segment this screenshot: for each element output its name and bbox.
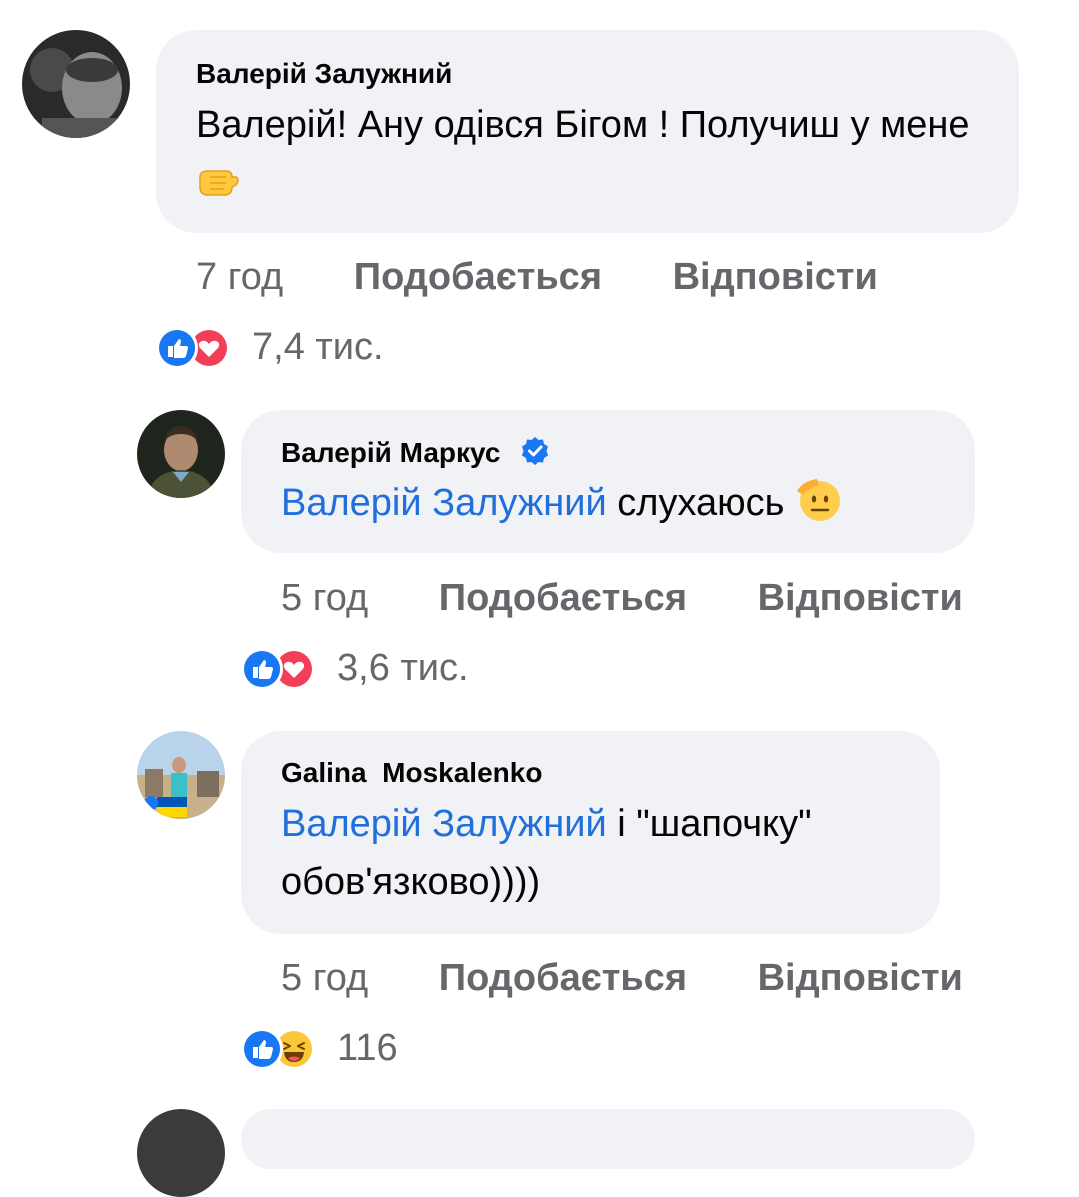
reactions-summary[interactable]: 116 bbox=[241, 1027, 398, 1070]
comment-meta: 5 год Подобається Відповісти bbox=[281, 957, 963, 1000]
comment-text-content: Валерій! Ану одівся Бігом ! Получиш у ме… bbox=[196, 104, 970, 146]
like-icon bbox=[241, 647, 283, 690]
saluting-face-icon bbox=[795, 475, 845, 540]
comment-bubble bbox=[241, 1109, 975, 1169]
avatar-photo bbox=[137, 1109, 225, 1197]
reaction-count: 7,4 тис. bbox=[252, 326, 384, 368]
reaction-count: 116 bbox=[337, 1027, 398, 1069]
like-icon bbox=[156, 326, 198, 369]
reply-button[interactable]: Відповісти bbox=[758, 957, 963, 999]
comment-text: Валерій Залужний і "шапочку" обов'язково… bbox=[281, 795, 921, 911]
reactions-summary[interactable]: 3,6 тис. bbox=[241, 647, 469, 690]
reactions-summary[interactable]: 7,4 тис. bbox=[156, 326, 384, 369]
comment-text: Валерій Залужний слухаюсь bbox=[281, 474, 971, 540]
comment-text-content: слухаюсь bbox=[617, 482, 785, 524]
comment-time[interactable]: 5 год bbox=[281, 577, 368, 619]
avatar[interactable] bbox=[22, 30, 130, 138]
comment-time[interactable]: 5 год bbox=[281, 957, 368, 999]
avatar[interactable] bbox=[137, 1109, 225, 1197]
comment-author[interactable]: Galina Moskalenko bbox=[281, 757, 542, 789]
avatar[interactable] bbox=[137, 731, 225, 819]
like-button[interactable]: Подобається bbox=[439, 577, 687, 619]
comment-time[interactable]: 7 год bbox=[196, 256, 283, 298]
avatar[interactable] bbox=[137, 410, 225, 498]
avatar-photo bbox=[22, 30, 130, 138]
comment-meta: 5 год Подобається Відповісти bbox=[281, 577, 963, 620]
comment-meta: 7 год Подобається Відповісти bbox=[196, 256, 878, 299]
comment-author[interactable]: Валерій Залужний bbox=[196, 58, 452, 90]
fist-icon bbox=[196, 162, 240, 220]
mention-link[interactable]: Валерій Залужний bbox=[281, 482, 607, 524]
reply-button[interactable]: Відповісти bbox=[673, 256, 878, 298]
comment-author[interactable]: Валерій Маркус bbox=[281, 436, 550, 469]
like-icon bbox=[241, 1027, 283, 1070]
verified-badge-icon bbox=[520, 436, 550, 466]
comment-author-name: Валерій Маркус bbox=[281, 437, 501, 468]
comment-text: Валерій! Ану одівся Бігом ! Получиш у ме… bbox=[196, 96, 996, 220]
reaction-count: 3,6 тис. bbox=[337, 647, 469, 689]
like-button[interactable]: Подобається bbox=[439, 957, 687, 999]
like-button[interactable]: Подобається bbox=[354, 256, 602, 298]
reply-button[interactable]: Відповісти bbox=[758, 577, 963, 619]
avatar-photo bbox=[137, 731, 225, 819]
comment-text-line: обов'язково)))) bbox=[281, 861, 541, 903]
avatar-photo bbox=[137, 410, 225, 498]
comment-text-content: і "шапочку" bbox=[606, 803, 812, 845]
comment-text-line: Валерій Залужний і "шапочку" bbox=[281, 795, 921, 853]
mention-link[interactable]: Валерій Залужний bbox=[281, 803, 607, 845]
